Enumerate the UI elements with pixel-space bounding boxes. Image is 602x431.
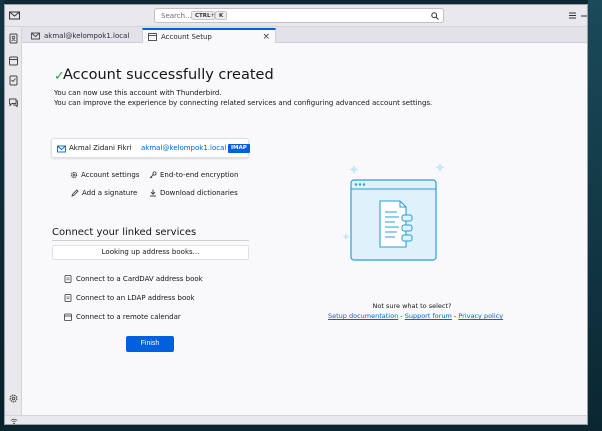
help-links: Setup documentation - Support forum - Pr… [328,312,503,320]
protocol-badge: IMAP [228,144,250,153]
connect-ldap-button[interactable]: Connect to an LDAP address book [64,294,195,302]
search-icon [431,12,439,20]
hamburger-menu-icon[interactable] [567,10,578,21]
e2e-encryption-link[interactable]: End-to-end encryption [149,171,239,179]
tasks-icon[interactable] [8,75,19,86]
account-settings-label: Account settings [81,171,140,179]
minimize-icon[interactable] [580,10,588,21]
calendar-icon [64,313,72,321]
e2e-encryption-label: End-to-end encryption [160,171,239,179]
add-signature-link[interactable]: Add a signature [71,189,138,197]
tab-inbox[interactable]: akmal@kelompok1.local [26,29,138,43]
description-line-1: You can now use this account with Thunde… [54,89,222,97]
pencil-icon [71,189,79,197]
download-dictionaries-link[interactable]: Download dictionaries [150,189,238,197]
gear-icon [70,171,78,179]
desktop-background-right [588,0,602,431]
page-title: Account successfully created [63,67,274,83]
shortcut-k-key: K [215,11,228,20]
settings-gear-icon[interactable] [8,393,19,404]
search-placeholder: Search... [161,12,192,20]
calendar-icon[interactable] [8,55,19,66]
connect-carddav-button[interactable]: Connect to a CardDAV address book [64,275,203,283]
description-line-2: You can improve the experience by connec… [54,99,433,107]
mail-app-icon[interactable] [9,10,20,21]
tab-account-setup[interactable]: Account Setup × [142,28,276,43]
chat-icon[interactable] [8,97,19,108]
account-card: Akmal Zidani Fikri akmal@kelompok1.local… [51,138,250,158]
global-search-input[interactable]: Search... CTRL + K [154,8,444,23]
tab-label: Account Setup [161,33,212,41]
address-book-icon [64,275,72,283]
connect-carddav-label: Connect to a CardDAV address book [76,275,203,283]
account-email: akmal@kelompok1.local [141,144,227,152]
connect-calendar-label: Connect to a remote calendar [76,313,181,321]
finish-button[interactable]: Finish [126,336,174,352]
help-question: Not sure what to select? [372,302,452,310]
mail-account-icon [57,145,66,153]
download-dictionaries-label: Download dictionaries [160,189,238,197]
address-book-loading-status: Looking up address books... [52,245,249,260]
linked-services-title: Connect your linked services [52,227,197,238]
thunderbird-window: Search... CTRL + K akmal@kelompok1.local… [4,4,588,425]
address-book-icon [64,294,72,302]
connect-calendar-button[interactable]: Connect to a remote calendar [64,313,181,321]
privacy-policy-link[interactable]: Privacy policy [458,312,503,320]
loading-label: Looking up address books... [101,248,200,256]
account-setup-content: ✓ Account successfully created You can n… [22,43,587,416]
support-forum-link[interactable]: Support forum [405,312,452,320]
status-bar [5,415,587,425]
spaces-toolbar [5,27,22,424]
key-icon [149,171,157,179]
setup-documentation-link[interactable]: Setup documentation [328,312,398,320]
account-setup-illustration-icon [342,163,445,261]
account-name: Akmal Zidani Fikri [69,144,132,152]
section-divider [52,240,249,241]
desktop-background-bottom [0,425,602,431]
mail-icon [31,32,40,40]
account-setup-icon [148,33,157,41]
tab-label: akmal@kelompok1.local [44,32,130,40]
download-icon [150,189,156,197]
activity-wifi-icon[interactable] [10,418,18,425]
address-book-icon[interactable] [8,33,19,44]
titlebar: Search... CTRL + K [5,5,588,27]
add-signature-label: Add a signature [82,189,138,197]
tab-bar: akmal@kelompok1.local Account Setup × [22,27,587,43]
close-tab-icon[interactable]: × [262,30,270,44]
connect-ldap-label: Connect to an LDAP address book [76,294,195,302]
account-settings-link[interactable]: Account settings [70,171,140,179]
